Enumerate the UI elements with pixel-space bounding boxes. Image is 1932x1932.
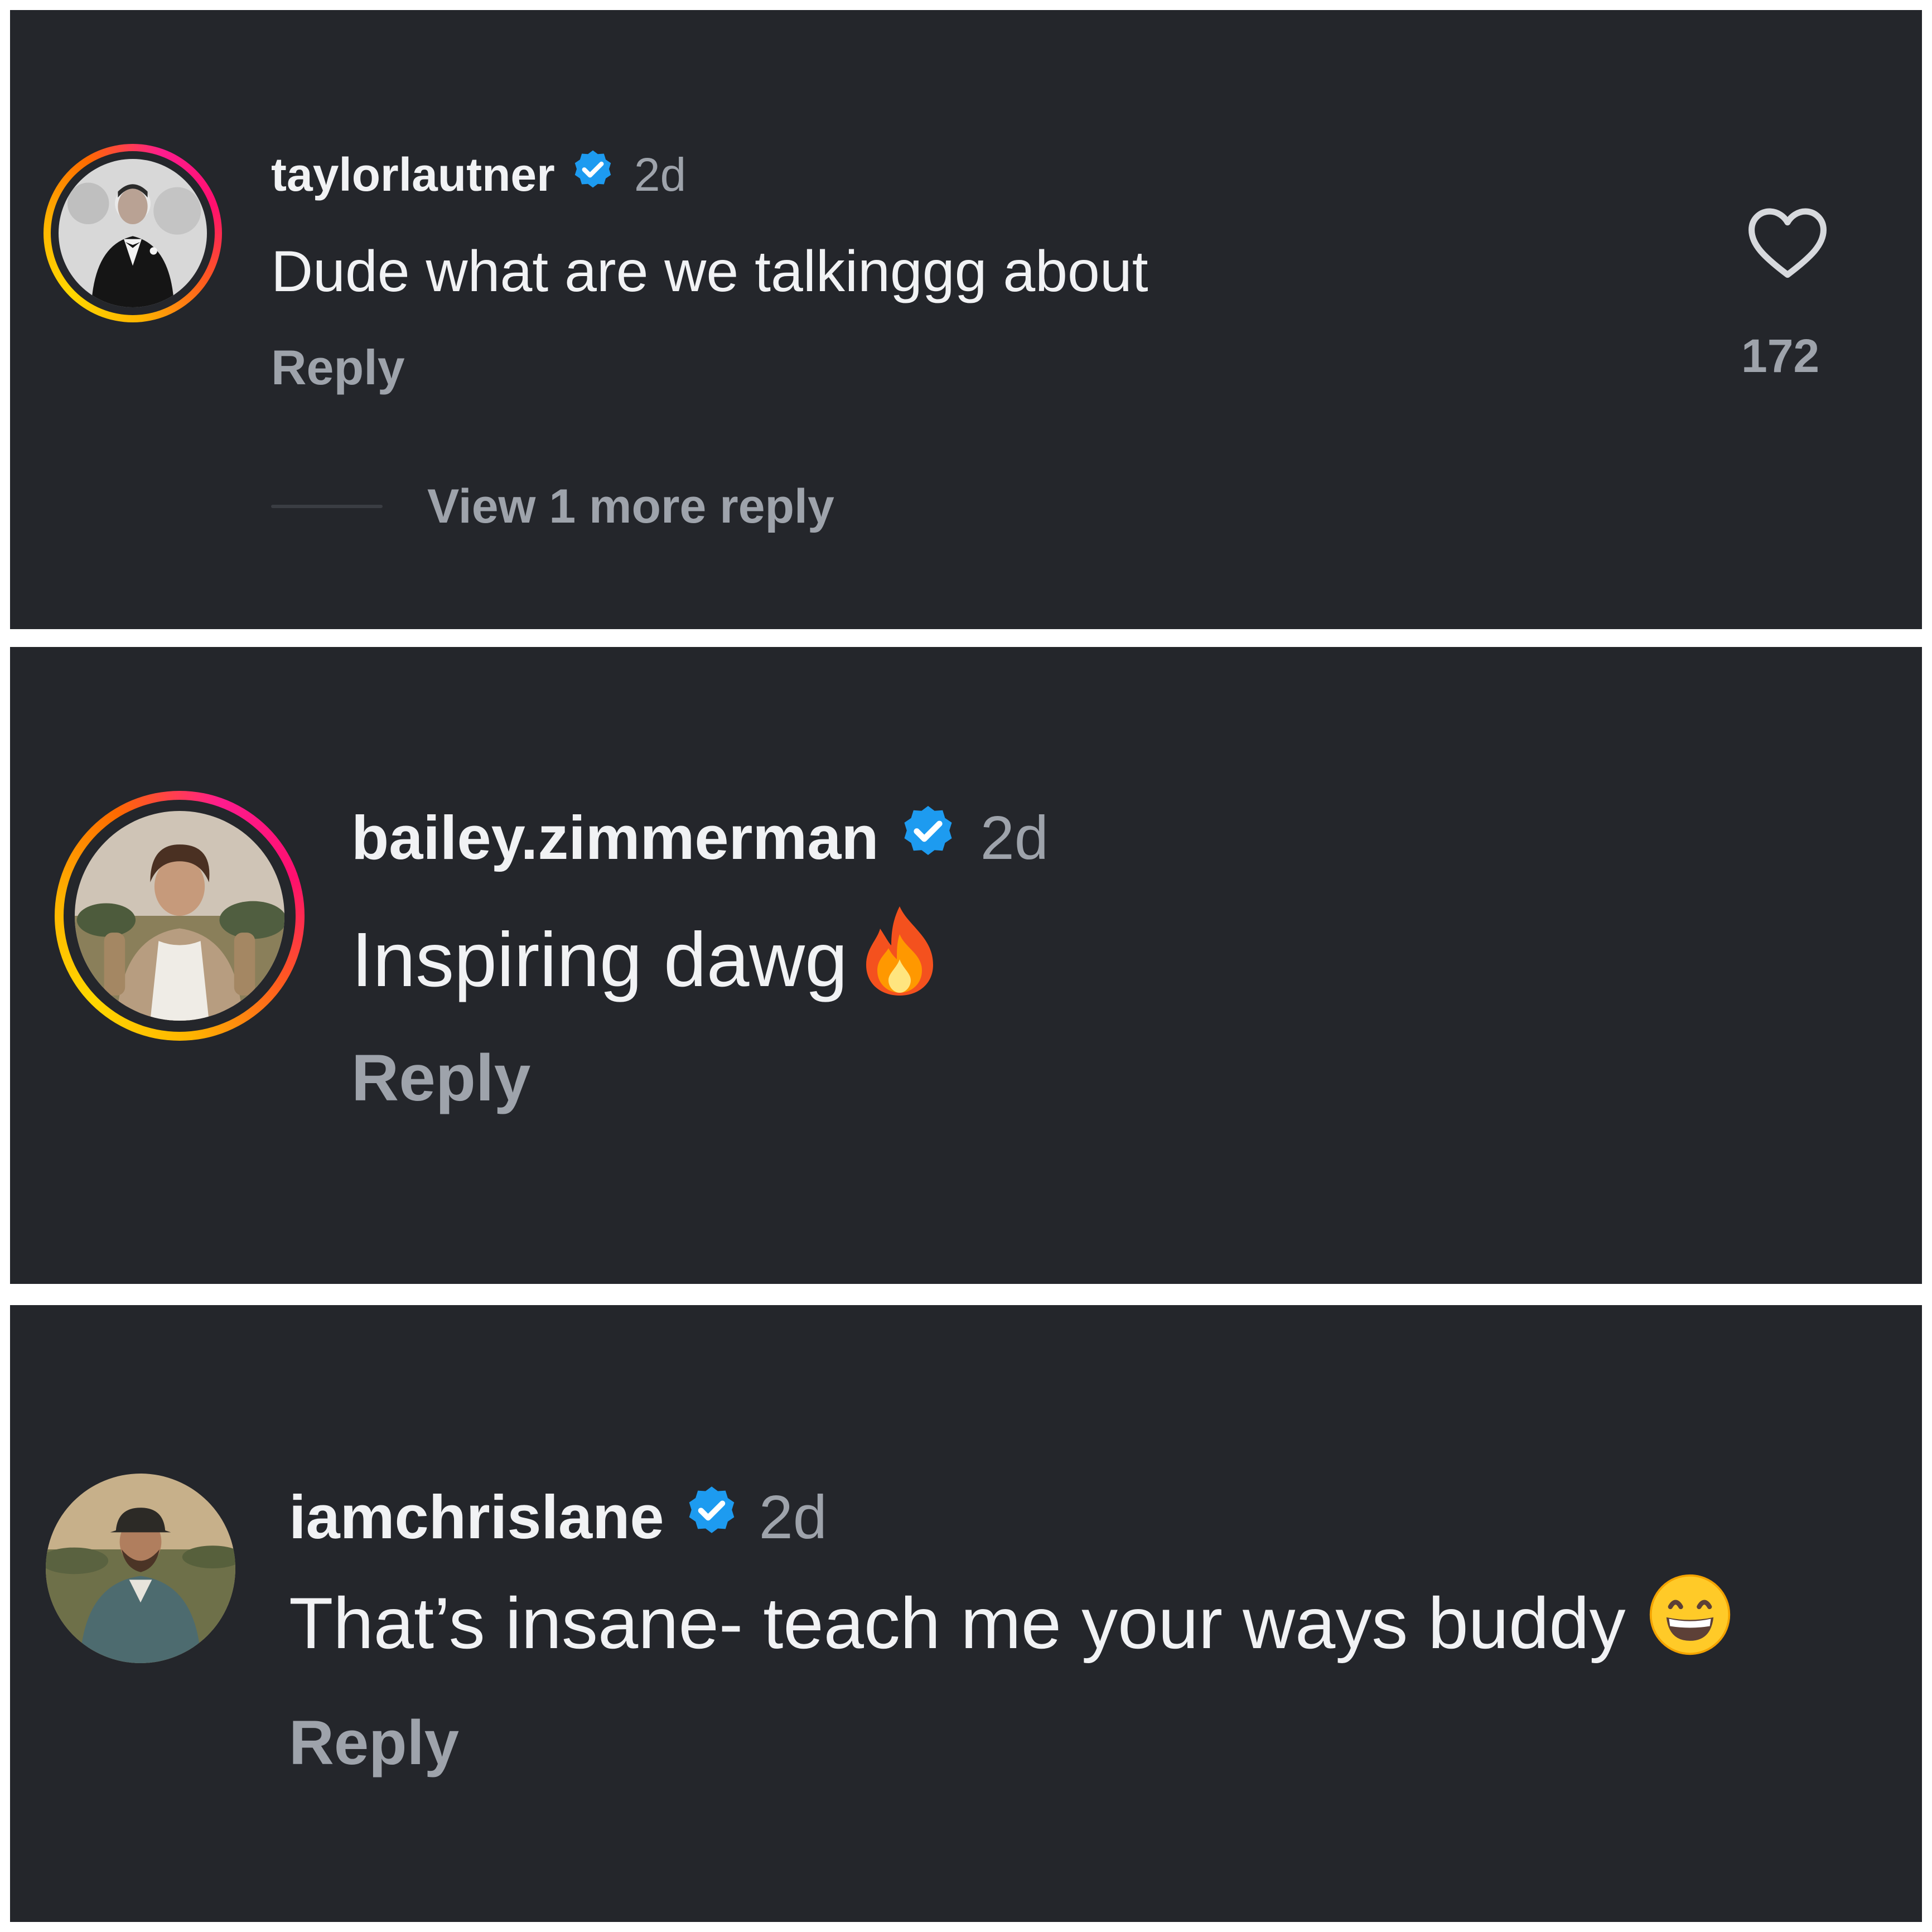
- profile-photo-tuxedo: [59, 159, 207, 307]
- comment-panel-iamchrislane: iamchrislane 2d That’s insane- teach me …: [10, 1305, 1922, 1922]
- like-count: 172: [1741, 330, 1820, 382]
- view-replies-label: View 1 more reply: [427, 479, 834, 533]
- username[interactable]: iamchrislane: [289, 1482, 664, 1553]
- comment-header: iamchrislane 2d: [289, 1482, 827, 1553]
- timestamp: 2d: [634, 148, 687, 201]
- username[interactable]: taylorlautner: [271, 148, 555, 202]
- comment-text: Dude what are we talkinggg about: [271, 239, 1148, 304]
- avatar-iamchrislane[interactable]: [46, 1474, 235, 1663]
- avatar-taylorlautner[interactable]: [44, 144, 222, 322]
- replies-divider: [271, 505, 383, 508]
- verified-badge-icon: [896, 798, 960, 877]
- comment-text: That’s insane- teach me your ways buddy: [289, 1582, 1626, 1664]
- profile-photo-field: [46, 1474, 235, 1663]
- profile-photo-outdoor: [75, 811, 284, 1021]
- comment-header: bailey.zimmerman 2d: [351, 803, 1049, 873]
- comment-panel-taylorlautner: taylorlautner 2d Dude what are we talkin…: [10, 10, 1922, 629]
- grinning-face-emoji: [1648, 1573, 1732, 1673]
- comment-line: That’s insane- teach me your ways buddy: [289, 1573, 1732, 1673]
- comment-panel-bailey-zimmerman: bailey.zimmerman 2d Inspiring dawg Reply: [10, 647, 1922, 1284]
- like-button[interactable]: [1746, 205, 1829, 283]
- reply-button[interactable]: Reply: [289, 1707, 459, 1779]
- timestamp: 2d: [980, 803, 1049, 872]
- reply-button[interactable]: Reply: [271, 339, 405, 396]
- timestamp: 2d: [759, 1482, 827, 1552]
- heart-icon: [1749, 208, 1827, 278]
- verified-badge-icon: [568, 144, 617, 205]
- comment-header: taylorlautner 2d: [271, 148, 687, 202]
- avatar-bailey-zimmerman[interactable]: [55, 791, 305, 1041]
- view-replies-button[interactable]: View 1 more reply: [271, 479, 834, 534]
- comment-line: Inspiring dawg: [351, 904, 941, 1017]
- verified-badge-icon: [681, 1479, 742, 1555]
- username[interactable]: bailey.zimmerman: [351, 803, 879, 873]
- fire-emoji: [858, 904, 941, 1017]
- reply-button[interactable]: Reply: [351, 1040, 530, 1116]
- comment-text: Inspiring dawg: [351, 917, 848, 1003]
